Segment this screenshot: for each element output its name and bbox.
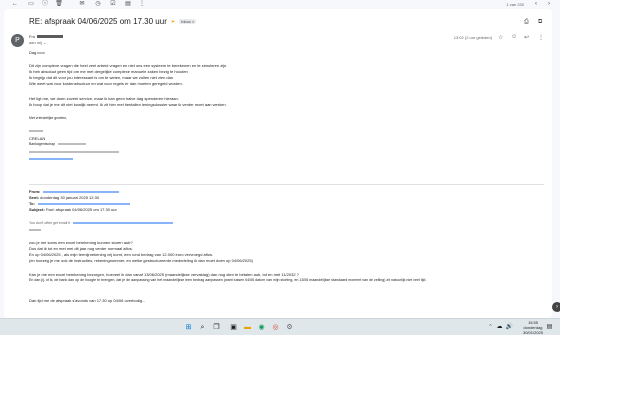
redacted-sender	[37, 35, 63, 39]
star-icon[interactable]: ☆	[498, 34, 503, 41]
body-line: Wie weet wat voor kostenstructuur en wat…	[29, 81, 183, 86]
quoted-line: En dan jij, of ik, de bank dan op de hoo…	[29, 278, 428, 282]
body-line: Ik heb absoluut geen tijd om me met derg…	[29, 69, 188, 74]
gmail-window: ← ▭ ⓘ 🗑 ✉ ◷ ☑ ▤ ⋮ 1 van 230 ‹ › RE: afsp…	[0, 0, 560, 318]
more-options-icon[interactable]: ⋮	[138, 1, 146, 8]
widgets-icon[interactable]: ▣	[229, 323, 238, 332]
edge-icon[interactable]: ◉	[257, 323, 266, 332]
settings-icon[interactable]: ⚙	[285, 323, 294, 332]
windows-taskbar: ⊞ ⌕ ❐ ▣ ▬ ◉ ◎ ⚙ ⌃ ☁ 🔊 15:55 donderdag 30…	[0, 318, 560, 335]
network-icon[interactable]: ☁	[495, 323, 504, 332]
show-hidden-icons-icon[interactable]: ⌃	[486, 323, 495, 332]
chrome-icon[interactable]: ◎	[271, 323, 280, 332]
redacted-name	[37, 51, 46, 54]
message-date: 13:02 (2 uur geleden)	[453, 35, 492, 40]
add-task-icon[interactable]: ☑	[109, 1, 117, 8]
body-line: Dit zijn complexe vragen die heel veel a…	[29, 63, 228, 68]
closing: Met vriendelijke groeten,	[29, 116, 68, 120]
quoted-line: Dus dat ik tot en met mei dit jaar nog v…	[29, 246, 133, 251]
email-subject: RE: afspraak 04/06/2025 om 17.30 uur ➤ Inb…	[29, 17, 197, 26]
message-more-icon[interactable]: ⋮	[538, 34, 544, 41]
message-toolbar: ← ▭ ⓘ 🗑 ✉ ◷ ☑ ▤ ⋮ 1 van 230 ‹ ›	[0, 0, 560, 9]
greeting: Dag	[29, 50, 46, 55]
pager-count: 1 van 230	[506, 2, 524, 7]
archive-icon[interactable]: ▭	[27, 1, 35, 8]
recipient-details[interactable]: aan mij ⌄	[29, 40, 46, 45]
volume-icon[interactable]: 🔊	[505, 323, 514, 332]
start-icon[interactable]: ⊞	[184, 323, 193, 332]
clock-date: 30/01/2025	[522, 330, 543, 335]
mark-unread-icon[interactable]: ✉	[78, 1, 86, 8]
quoted-to: To:	[29, 201, 130, 206]
quoted-subject: Subject: Fwd: afspraak 04/06/2025 om 17.…	[29, 207, 117, 212]
sender-name[interactable]: Fro	[29, 34, 63, 39]
signature-company: CRELAN	[29, 136, 46, 141]
snooze-icon[interactable]: ◷	[94, 1, 102, 8]
reply-icon[interactable]: ↩	[524, 34, 529, 41]
delete-icon[interactable]: 🗑	[55, 1, 63, 8]
redacted-signature-link[interactable]	[29, 156, 73, 161]
subject-text: RE: afspraak 04/06/2025 om 17.30 uur	[29, 17, 167, 26]
move-to-icon[interactable]: ▤	[124, 1, 132, 8]
quote-divider	[29, 184, 544, 185]
body-line: Ik hoop dat je me dit niet kwalijk neemt…	[29, 102, 227, 107]
quoted-line: Kan je me een excel berekening bezorgen,…	[29, 272, 299, 277]
quoted-final-line: Dan tijd me de afspraak s'avonds van 17.…	[29, 298, 146, 303]
print-icon[interactable]: ⎙	[524, 19, 529, 26]
quoted-line: (en hoezeg je me ook de instructies, rek…	[29, 258, 253, 263]
report-spam-icon[interactable]: ⓘ	[41, 1, 49, 8]
quoted-from: From:	[29, 189, 120, 194]
redacted-signature-name	[29, 128, 43, 133]
side-panel-toggle-icon[interactable]: ›	[552, 302, 560, 312]
emoji-icon[interactable]: ☺	[511, 34, 517, 40]
avatar[interactable]: P	[11, 34, 24, 47]
newer-icon[interactable]: ‹	[532, 1, 540, 8]
task-view-icon[interactable]: ❐	[212, 323, 221, 332]
redacted-quoted-greeting	[29, 227, 41, 232]
redacted-signature-detail	[29, 149, 119, 154]
message-panel: RE: afspraak 04/06/2025 om 17.30 uur ➤ Inb…	[4, 9, 552, 318]
body-line: Het ligt me, we doen zoveel service, maa…	[29, 96, 179, 101]
notifications-icon[interactable]: ▤	[545, 323, 554, 332]
external-sender-warning: You don't often get email fr	[29, 221, 174, 226]
quoted-line: zou je me soms een excel berekening kunn…	[29, 240, 133, 245]
open-new-window-icon[interactable]: ⧉	[538, 19, 542, 26]
older-icon[interactable]: ›	[545, 1, 553, 8]
file-explorer-icon[interactable]: ▬	[243, 323, 252, 332]
signature-line: Bankagentschap	[29, 142, 87, 147]
taskbar-clock[interactable]: 15:55 donderdag 30/01/2025	[523, 320, 543, 335]
quoted-line: En op 04/06/2025 , als mijn termijnreken…	[29, 252, 214, 257]
back-arrow-icon[interactable]: ←	[11, 1, 19, 8]
inbox-label[interactable]: Inbox ×	[179, 19, 197, 25]
important-marker-icon[interactable]: ➤	[171, 19, 175, 25]
search-icon[interactable]: ⌕	[198, 323, 207, 332]
quoted-sent: Sent: donderdag 30 januari 2025 12:30	[29, 195, 100, 200]
body-line: Ik begrijp dat dit voor jou interessant …	[29, 75, 174, 80]
